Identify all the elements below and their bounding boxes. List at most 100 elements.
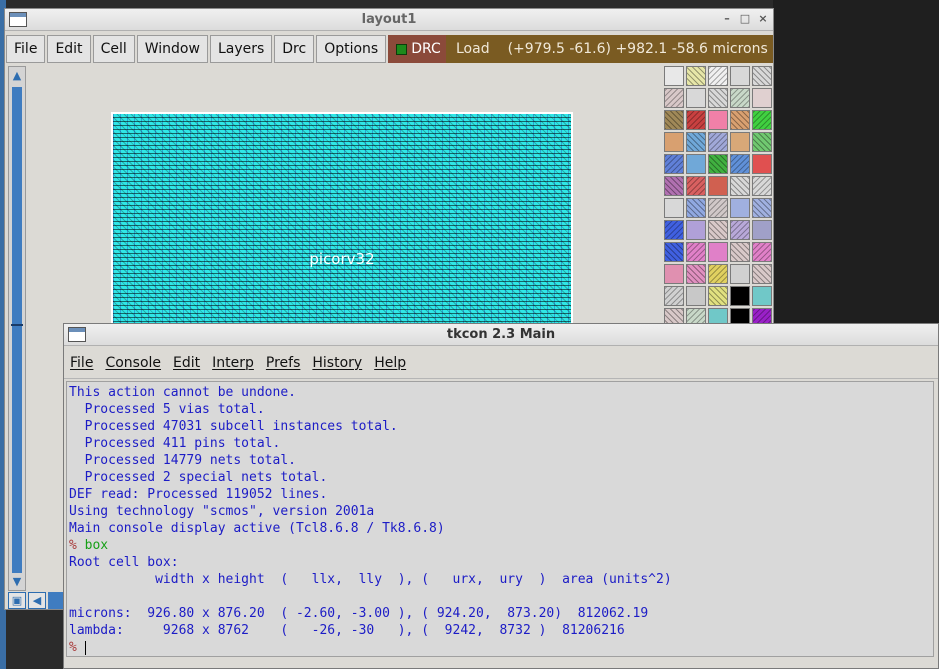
menu-edit[interactable]: Edit xyxy=(47,35,91,63)
tk-menu-file[interactable]: File xyxy=(70,355,93,371)
layer-swatch[interactable] xyxy=(664,132,684,152)
console-input-line[interactable]: % xyxy=(69,639,931,656)
menu-file[interactable]: File xyxy=(6,35,46,63)
drc-indicator[interactable]: DRC xyxy=(388,35,447,63)
menu-options[interactable]: Options xyxy=(316,35,387,63)
layer-swatch[interactable] xyxy=(730,286,750,306)
layer-swatch[interactable] xyxy=(730,220,750,240)
maximize-icon[interactable]: □ xyxy=(737,11,753,27)
layer-swatch[interactable] xyxy=(730,242,750,262)
vertical-scrollbar[interactable]: ▲ ▼ xyxy=(8,66,26,591)
layer-swatch[interactable] xyxy=(730,264,750,284)
layer-swatch[interactable] xyxy=(708,220,728,240)
scrollbar-thumb[interactable] xyxy=(11,324,23,326)
layer-swatch[interactable] xyxy=(664,154,684,174)
layout-window-title: layout1 xyxy=(361,12,417,27)
layer-swatch[interactable] xyxy=(686,154,706,174)
console-line: Processed 14779 nets total. xyxy=(69,453,296,468)
layer-swatch[interactable] xyxy=(730,198,750,218)
layer-swatch[interactable] xyxy=(752,264,772,284)
console-line: Using technology "scmos", version 2001a xyxy=(69,504,375,519)
layout-titlebar[interactable]: layout1 – □ × xyxy=(5,9,773,31)
zoom-box-icon[interactable]: ▣ xyxy=(8,592,26,609)
menu-window[interactable]: Window xyxy=(136,35,208,63)
layer-swatch[interactable] xyxy=(708,242,728,262)
layer-swatch[interactable] xyxy=(664,110,684,130)
layer-swatch[interactable] xyxy=(708,198,728,218)
console-line: Main console display active (Tcl8.6.8 / … xyxy=(69,521,445,536)
horizontal-scroll-controls: ▣ ◀ xyxy=(8,592,68,610)
layer-swatch[interactable] xyxy=(752,220,772,240)
scroll-up-icon[interactable]: ▲ xyxy=(10,69,24,83)
menu-drc[interactable]: Drc xyxy=(274,35,315,63)
tkcon-titlebar[interactable]: tkcon 2.3 Main xyxy=(64,324,938,346)
tk-menu-console[interactable]: Console xyxy=(105,355,161,371)
layer-swatch[interactable] xyxy=(664,242,684,262)
status-bar: Load (+979.5 -61.6) +982.1 -58.6 microns xyxy=(446,35,773,63)
layer-swatch[interactable] xyxy=(730,66,750,86)
layer-swatch[interactable] xyxy=(686,286,706,306)
layer-palette xyxy=(664,66,772,336)
drc-label: DRC xyxy=(411,41,441,57)
layer-swatch[interactable] xyxy=(686,88,706,108)
layer-swatch[interactable] xyxy=(664,88,684,108)
layer-swatch[interactable] xyxy=(664,66,684,86)
layer-swatch[interactable] xyxy=(752,286,772,306)
layer-swatch[interactable] xyxy=(664,264,684,284)
layer-swatch[interactable] xyxy=(686,220,706,240)
layer-swatch[interactable] xyxy=(708,264,728,284)
layer-swatch[interactable] xyxy=(752,110,772,130)
layer-swatch[interactable] xyxy=(752,176,772,196)
scrollbar-track[interactable] xyxy=(12,87,22,573)
layer-swatch[interactable] xyxy=(752,66,772,86)
layer-swatch[interactable] xyxy=(686,264,706,284)
console-line: Root cell box: xyxy=(69,555,179,570)
layer-swatch[interactable] xyxy=(686,110,706,130)
layer-swatch[interactable] xyxy=(730,132,750,152)
layer-swatch[interactable] xyxy=(730,88,750,108)
menu-layers[interactable]: Layers xyxy=(209,35,273,63)
minimize-icon[interactable]: – xyxy=(719,11,735,27)
console-output[interactable]: This action cannot be undone. Processed … xyxy=(66,381,934,657)
layer-swatch[interactable] xyxy=(686,176,706,196)
tk-menu-edit[interactable]: Edit xyxy=(173,355,200,371)
layer-swatch[interactable] xyxy=(686,198,706,218)
layer-swatch[interactable] xyxy=(708,286,728,306)
status-load: Load xyxy=(456,41,490,57)
layer-swatch[interactable] xyxy=(752,88,772,108)
layer-swatch[interactable] xyxy=(708,132,728,152)
layer-swatch[interactable] xyxy=(752,154,772,174)
layer-swatch[interactable] xyxy=(686,132,706,152)
console-line: Processed 411 pins total. xyxy=(69,436,281,451)
close-icon[interactable]: × xyxy=(755,11,771,27)
layer-swatch[interactable] xyxy=(752,198,772,218)
layer-swatch[interactable] xyxy=(708,88,728,108)
layer-swatch[interactable] xyxy=(664,198,684,218)
layer-swatch[interactable] xyxy=(752,242,772,262)
scroll-down-icon[interactable]: ▼ xyxy=(10,575,24,589)
layer-swatch[interactable] xyxy=(752,132,772,152)
layout-cell-picorv32[interactable]: picorv32 xyxy=(111,112,573,332)
console-line: Processed 2 special nets total. xyxy=(69,470,328,485)
layer-swatch[interactable] xyxy=(730,110,750,130)
layer-swatch[interactable] xyxy=(686,242,706,262)
scroll-left-icon[interactable]: ◀ xyxy=(28,592,46,609)
console-line: DEF read: Processed 119052 lines. xyxy=(69,487,328,502)
tk-menu-history[interactable]: History xyxy=(312,355,362,371)
cursor-coordinates: (+979.5 -61.6) +982.1 -58.6 microns xyxy=(507,41,768,57)
layer-swatch[interactable] xyxy=(708,110,728,130)
console-line: Processed 47031 subcell instances total. xyxy=(69,419,398,434)
layer-swatch[interactable] xyxy=(730,176,750,196)
layer-swatch[interactable] xyxy=(664,286,684,306)
tk-menu-help[interactable]: Help xyxy=(374,355,406,371)
tk-menu-prefs[interactable]: Prefs xyxy=(266,355,300,371)
layer-swatch[interactable] xyxy=(664,176,684,196)
layer-swatch[interactable] xyxy=(708,154,728,174)
layer-swatch[interactable] xyxy=(730,154,750,174)
layer-swatch[interactable] xyxy=(708,176,728,196)
layer-swatch[interactable] xyxy=(686,66,706,86)
layer-swatch[interactable] xyxy=(708,66,728,86)
layer-swatch[interactable] xyxy=(664,220,684,240)
tk-menu-interp[interactable]: Interp xyxy=(212,355,254,371)
menu-cell[interactable]: Cell xyxy=(92,35,135,63)
